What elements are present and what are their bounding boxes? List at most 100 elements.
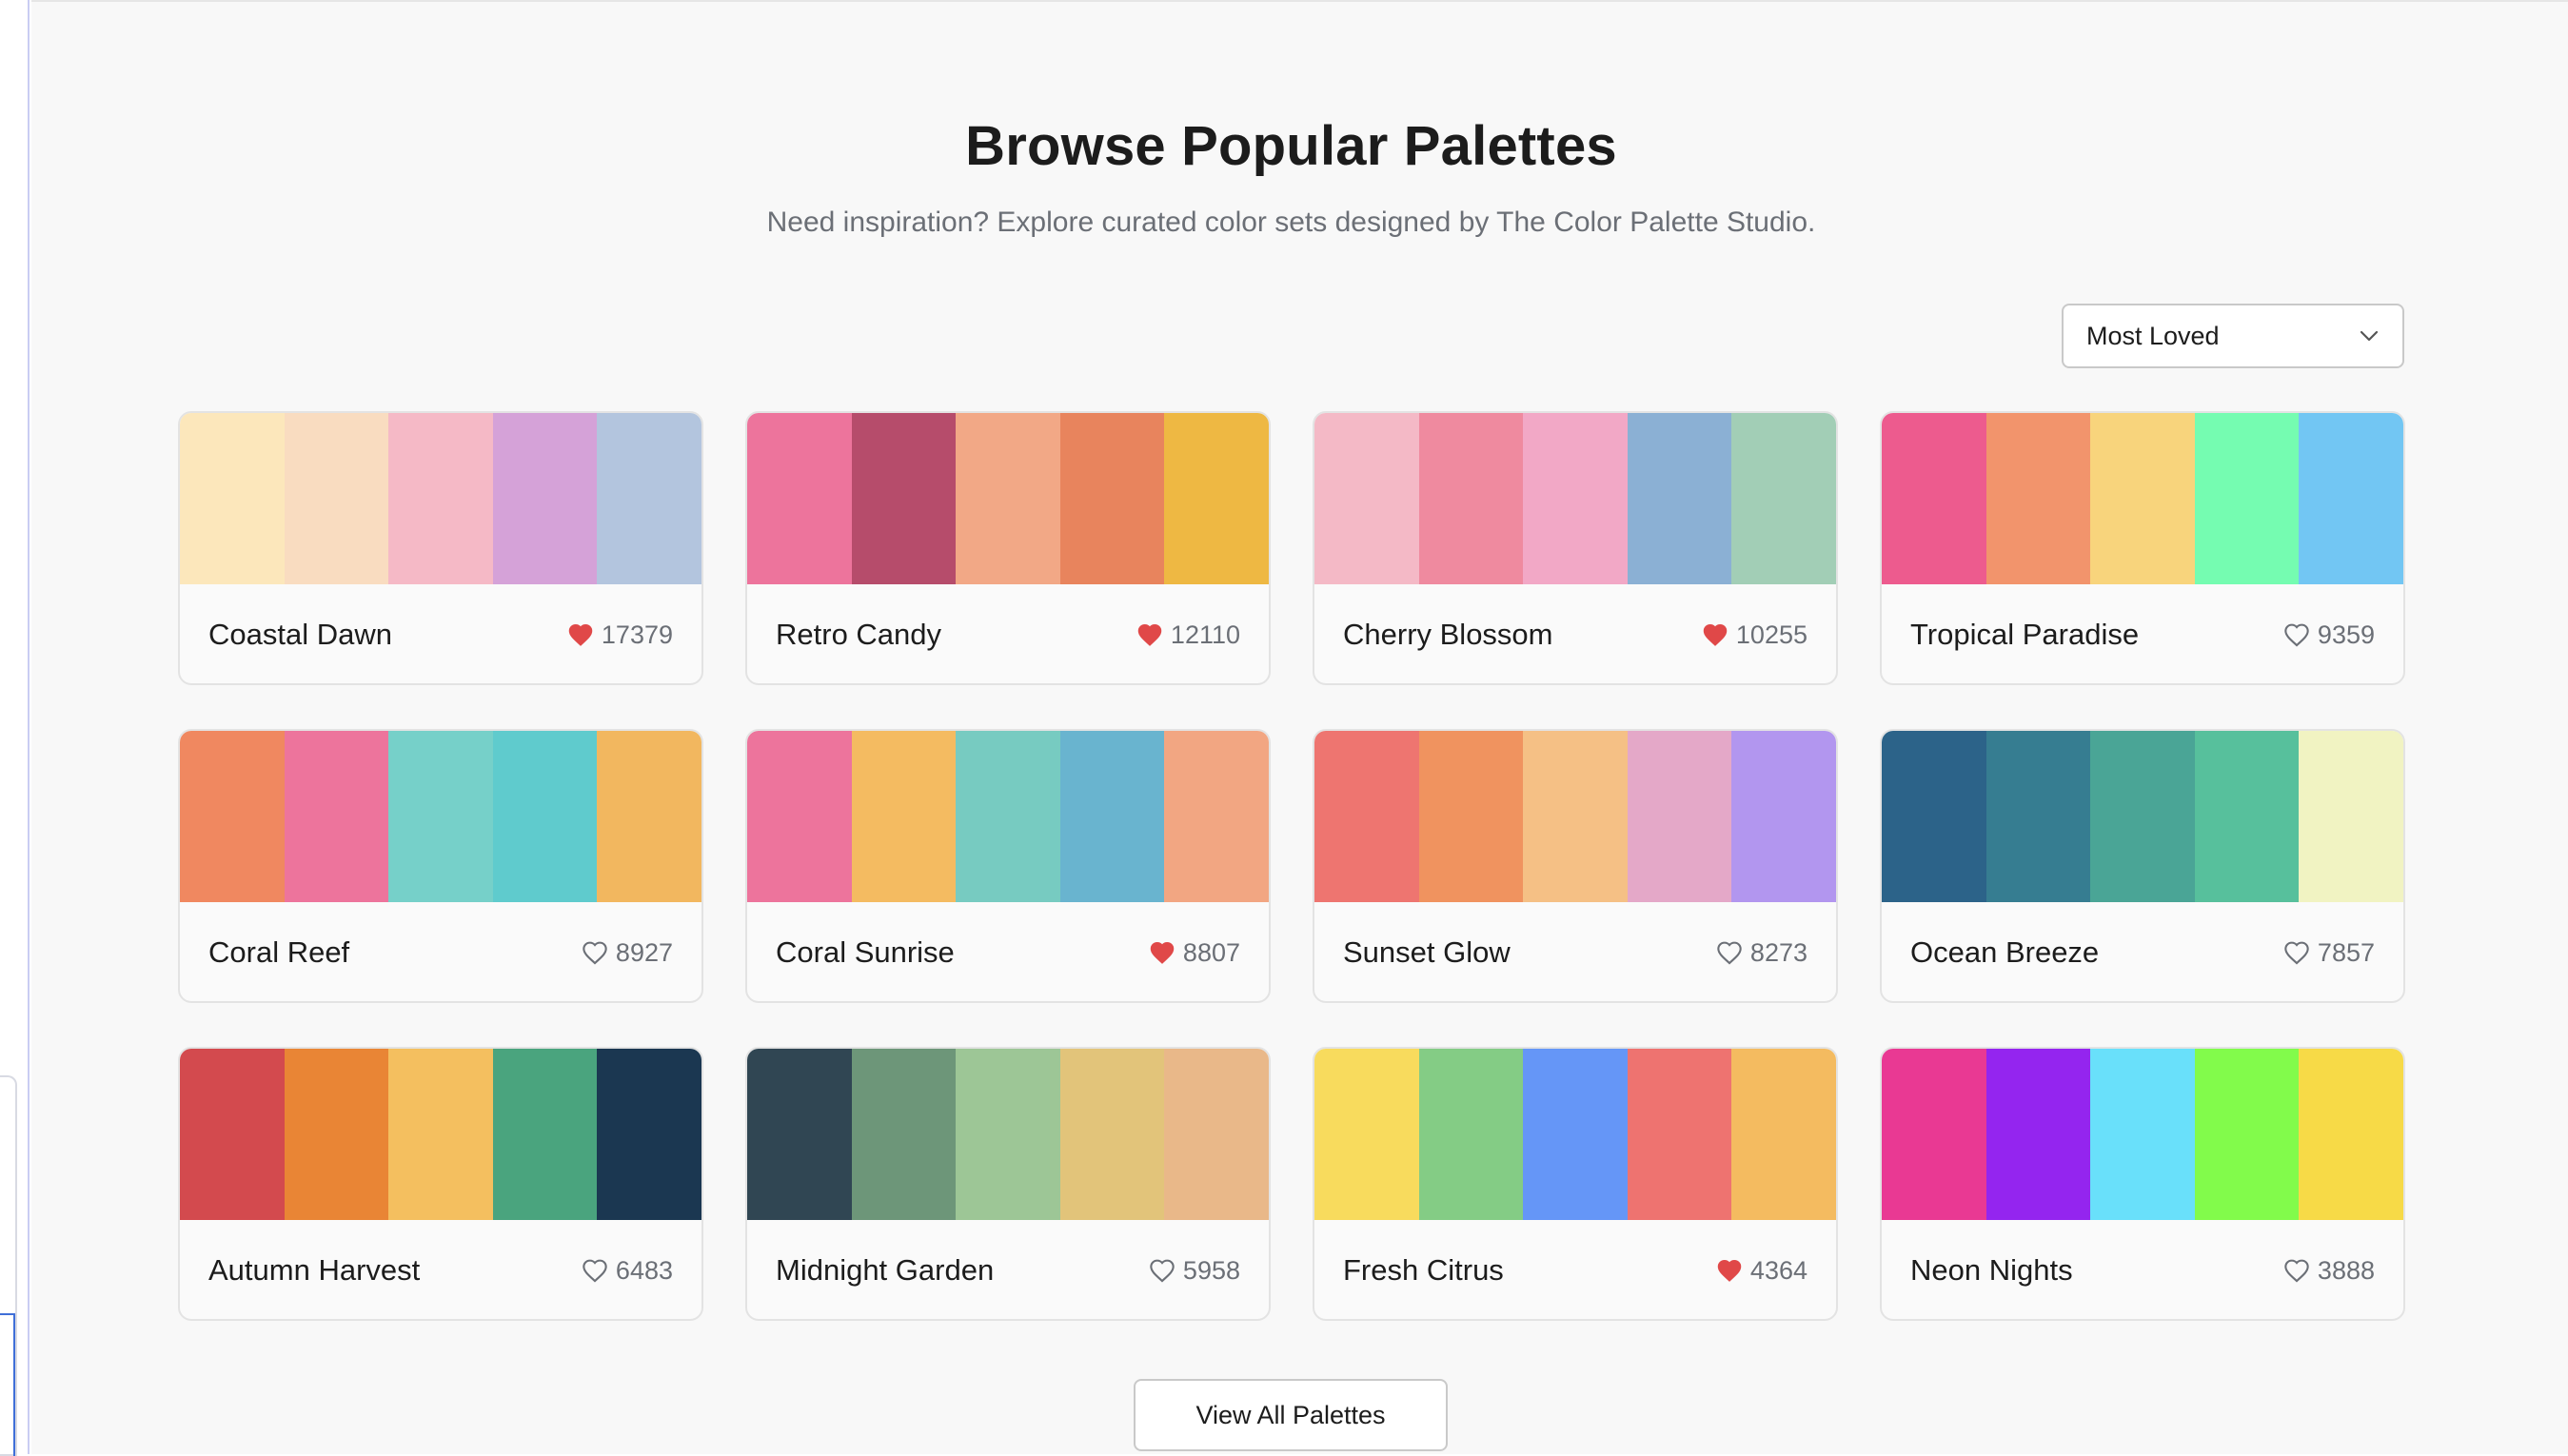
palette-card-footer: Ocean Breeze 7857	[1882, 902, 2403, 1001]
view-all-palettes-button[interactable]: View All Palettes	[1134, 1379, 1448, 1451]
color-swatch[interactable]	[284, 731, 389, 902]
color-swatch[interactable]	[492, 731, 598, 902]
color-swatch[interactable]	[851, 413, 957, 584]
palette-swatches	[747, 413, 1269, 584]
color-swatch[interactable]	[956, 731, 1060, 902]
color-swatch[interactable]	[2194, 413, 2300, 584]
color-swatch[interactable]	[1314, 731, 1419, 902]
color-swatch[interactable]	[388, 731, 493, 902]
color-swatch[interactable]	[747, 1049, 852, 1220]
like-button[interactable]: 10255	[1702, 620, 1807, 650]
color-swatch[interactable]	[1418, 1049, 1524, 1220]
color-swatch[interactable]	[1059, 1049, 1165, 1220]
color-swatch[interactable]	[1523, 731, 1628, 902]
color-swatch[interactable]	[284, 413, 389, 584]
color-swatch[interactable]	[1523, 413, 1628, 584]
like-button[interactable]: 12110	[1136, 620, 1240, 650]
like-button[interactable]: 4364	[1716, 1256, 1807, 1286]
like-button[interactable]: 7857	[2283, 938, 2375, 968]
color-swatch[interactable]	[1627, 413, 1732, 584]
side-panel-selection-fragment	[0, 1313, 15, 1456]
palette-card[interactable]: Midnight Garden 5958	[745, 1047, 1271, 1321]
palette-card[interactable]: Ocean Breeze 7857	[1880, 729, 2405, 1003]
color-swatch[interactable]	[1314, 413, 1419, 584]
heart-filled-icon	[1150, 942, 1175, 964]
sort-dropdown[interactable]: Most Loved	[2062, 304, 2404, 368]
like-button[interactable]: 17379	[567, 620, 673, 650]
color-swatch[interactable]	[1731, 731, 1836, 902]
color-swatch[interactable]	[956, 1049, 1060, 1220]
color-swatch[interactable]	[1523, 1049, 1628, 1220]
color-swatch[interactable]	[2299, 1049, 2403, 1220]
color-swatch[interactable]	[284, 1049, 389, 1220]
color-swatch[interactable]	[492, 413, 598, 584]
color-swatch[interactable]	[1985, 731, 2091, 902]
like-count: 5958	[1182, 1255, 1240, 1285]
palette-name: Coastal Dawn	[208, 618, 392, 651]
color-swatch[interactable]	[1418, 731, 1524, 902]
color-swatch[interactable]	[180, 413, 285, 584]
like-button[interactable]: 9359	[2283, 620, 2375, 650]
color-swatch[interactable]	[597, 1049, 701, 1220]
palette-card[interactable]: Coastal Dawn 17379	[178, 411, 703, 685]
color-swatch[interactable]	[1985, 1049, 2091, 1220]
like-button[interactable]: 8927	[582, 938, 673, 968]
color-swatch[interactable]	[2090, 1049, 2195, 1220]
color-swatch[interactable]	[1164, 1049, 1269, 1220]
like-button[interactable]: 5958	[1149, 1256, 1240, 1286]
color-swatch[interactable]	[1882, 413, 1986, 584]
color-swatch[interactable]	[747, 731, 852, 902]
palette-card[interactable]: Coral Sunrise 8807	[745, 729, 1271, 1003]
like-count: 3888	[2317, 1255, 2375, 1285]
color-swatch[interactable]	[1627, 1049, 1732, 1220]
color-swatch[interactable]	[597, 413, 701, 584]
color-swatch[interactable]	[2090, 413, 2195, 584]
color-swatch[interactable]	[597, 731, 701, 902]
color-swatch[interactable]	[1882, 731, 1986, 902]
palette-card[interactable]: Autumn Harvest 6483	[178, 1047, 703, 1321]
like-button[interactable]: 6483	[582, 1256, 673, 1286]
palette-card[interactable]: Fresh Citrus 4364	[1313, 1047, 1838, 1321]
color-swatch[interactable]	[2090, 731, 2195, 902]
palette-card[interactable]: Cherry Blossom 10255	[1313, 411, 1838, 685]
color-swatch[interactable]	[2194, 731, 2300, 902]
palette-grid: Coastal Dawn 17379 Retro Candy 12110 Cherry …	[178, 411, 2405, 1321]
color-swatch[interactable]	[1314, 1049, 1419, 1220]
palette-card-footer: Cherry Blossom 10255	[1314, 584, 1836, 683]
palette-card[interactable]: Coral Reef 8927	[178, 729, 703, 1003]
like-button[interactable]: 3888	[2283, 1256, 2375, 1286]
color-swatch[interactable]	[388, 1049, 493, 1220]
palette-name: Retro Candy	[776, 618, 942, 651]
color-swatch[interactable]	[747, 413, 852, 584]
color-swatch[interactable]	[851, 1049, 957, 1220]
color-swatch[interactable]	[1418, 413, 1524, 584]
color-swatch[interactable]	[492, 1049, 598, 1220]
palette-swatches	[1882, 731, 2403, 902]
color-swatch[interactable]	[180, 1049, 285, 1220]
color-swatch[interactable]	[388, 413, 493, 584]
color-swatch[interactable]	[1882, 1049, 1986, 1220]
color-swatch[interactable]	[1059, 731, 1165, 902]
color-swatch[interactable]	[180, 731, 285, 902]
color-swatch[interactable]	[2194, 1049, 2300, 1220]
color-swatch[interactable]	[2299, 731, 2403, 902]
color-swatch[interactable]	[956, 413, 1060, 584]
color-swatch[interactable]	[1164, 413, 1269, 584]
color-swatch[interactable]	[1731, 413, 1836, 584]
palette-card[interactable]: Retro Candy 12110	[745, 411, 1271, 685]
color-swatch[interactable]	[1627, 731, 1732, 902]
palette-name: Coral Reef	[208, 935, 350, 969]
palette-card-footer: Fresh Citrus 4364	[1314, 1220, 1836, 1319]
palette-card[interactable]: Sunset Glow 8273	[1313, 729, 1838, 1003]
color-swatch[interactable]	[1985, 413, 2091, 584]
palette-card[interactable]: Neon Nights 3888	[1880, 1047, 2405, 1321]
heart-outline-icon	[2284, 1259, 2309, 1283]
color-swatch[interactable]	[851, 731, 957, 902]
color-swatch[interactable]	[1164, 731, 1269, 902]
like-button[interactable]: 8273	[1716, 938, 1807, 968]
color-swatch[interactable]	[1731, 1049, 1836, 1220]
color-swatch[interactable]	[1059, 413, 1165, 584]
like-button[interactable]: 8807	[1149, 938, 1240, 968]
color-swatch[interactable]	[2299, 413, 2403, 584]
palette-card[interactable]: Tropical Paradise 9359	[1880, 411, 2405, 685]
